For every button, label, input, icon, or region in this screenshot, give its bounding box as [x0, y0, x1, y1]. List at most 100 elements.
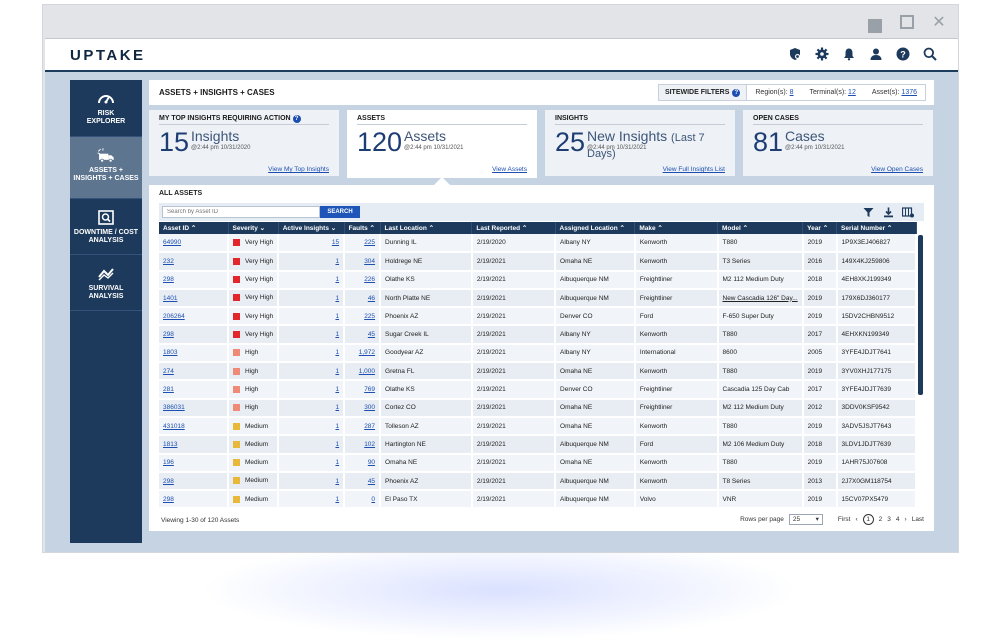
asset-id-link[interactable]: 386031: [159, 398, 230, 418]
table-row[interactable]: 232 Very High 1 304 Holdrege NE 2/19/2021 Omah…: [159, 252, 918, 272]
last-page-link[interactable]: Last: [912, 516, 924, 523]
asset-id-link[interactable]: 274: [159, 362, 230, 382]
sidebar-item-assets-insights-cases[interactable]: ASSETS + INSIGHTS + CASES: [70, 137, 142, 198]
asset-id-link[interactable]: 1813: [159, 435, 230, 455]
table-row[interactable]: 298 Very High 1 226 Olathe KS 2/19/2021 Albuqu…: [159, 270, 918, 290]
active-insights-link[interactable]: 1: [278, 343, 346, 364]
column-header[interactable]: Last Reported ⌃: [471, 222, 556, 234]
minimize-button[interactable]: [868, 15, 882, 33]
column-header[interactable]: Model ⌃: [717, 222, 804, 234]
column-header[interactable]: Faults ⌃: [344, 222, 381, 234]
search-icon[interactable]: [922, 46, 938, 62]
table-row[interactable]: 196 Medium 1 90 Omaha NE 2/19/2021 Omaha NE Ken…: [159, 453, 918, 473]
card-link[interactable]: View Open Cases: [871, 166, 923, 173]
faults-link[interactable]: 225: [344, 307, 382, 327]
asset-id-link[interactable]: 1803: [159, 343, 230, 364]
rows-per-page-select[interactable]: 25 ▾: [788, 514, 823, 525]
faults-link[interactable]: 45: [344, 471, 382, 492]
faults-link[interactable]: 287: [344, 416, 382, 437]
faults-link[interactable]: 1,972: [344, 343, 382, 364]
filter-icon[interactable]: [862, 206, 874, 218]
card-open-cases[interactable]: OPEN CASES 81 Cases @2:44 pm 10/31/2021 …: [743, 110, 933, 176]
active-insights-link[interactable]: 1: [278, 490, 346, 510]
active-insights-link[interactable]: 1: [278, 252, 346, 272]
prev-page-icon[interactable]: ‹: [855, 516, 857, 523]
table-row[interactable]: 298 Medium 1 45 Phoenix AZ 2/19/2021 Albuquerq…: [159, 471, 918, 492]
card-link[interactable]: View Assets: [492, 166, 527, 173]
asset-id-link[interactable]: 232: [159, 252, 230, 272]
sidebar-item-survival-analysis[interactable]: SURVIVAL ANALYSIS: [70, 255, 142, 310]
page-1-button[interactable]: 1: [862, 514, 874, 525]
faults-link[interactable]: 45: [344, 325, 382, 345]
asset-id-link[interactable]: 196: [159, 453, 230, 473]
sidebar-item-downtime-cost[interactable]: DOWNTIME / COST ANALYSIS: [70, 199, 142, 254]
table-row[interactable]: 206264 Very High 1 225 Phoenix AZ 2/19/2021 De…: [159, 307, 918, 327]
faults-link[interactable]: 769: [344, 380, 382, 400]
column-header[interactable]: Last Location ⌃: [380, 222, 473, 234]
page-3-button[interactable]: 3: [887, 516, 891, 523]
column-header[interactable]: Severity ⌄: [228, 222, 279, 234]
column-header[interactable]: Assigned Location ⌃: [555, 222, 636, 234]
active-insights-link[interactable]: 1: [278, 471, 346, 492]
terminal-value-link[interactable]: 12: [848, 89, 856, 96]
column-header[interactable]: Asset ID ⌃: [159, 222, 229, 234]
faults-link[interactable]: 1,000: [344, 362, 382, 382]
bell-icon[interactable]: [841, 46, 857, 62]
table-row[interactable]: 281 High 1 769 Olathe KS 2/19/2021 Denver CO Fr…: [159, 380, 918, 400]
column-header[interactable]: Make ⌃: [634, 222, 718, 234]
table-row[interactable]: 298 Very High 1 45 Sugar Creek IL 2/19/2021 Al…: [159, 325, 918, 345]
active-insights-link[interactable]: 1: [278, 416, 346, 437]
shield-settings-icon[interactable]: [787, 46, 803, 62]
brand-logo[interactable]: UPTAKE: [70, 47, 146, 64]
page-4-button[interactable]: 4: [896, 516, 900, 523]
asset-id-link[interactable]: 431018: [159, 416, 230, 437]
table-row[interactable]: 431018 Medium 1 287 Tolleson AZ 2/19/2021 Omah…: [159, 416, 918, 437]
column-header[interactable]: Year ⌃: [802, 222, 838, 234]
card-assets[interactable]: ASSETS 120 Assets @2:44 pm 10/31/2021 Vi…: [347, 110, 537, 178]
faults-link[interactable]: 225: [344, 234, 382, 254]
help-icon[interactable]: ?: [292, 115, 301, 123]
asset-id-link[interactable]: 298: [159, 471, 230, 492]
close-button[interactable]: ✕: [932, 14, 946, 31]
card-top-insights[interactable]: MY TOP INSIGHTS REQUIRING ACTION ? 15 In…: [149, 110, 339, 176]
download-icon[interactable]: [882, 206, 894, 218]
card-insights[interactable]: INSIGHTS 25 New Insights (Last 7 Days) @…: [545, 110, 735, 176]
columns-icon[interactable]: [902, 206, 914, 218]
active-insights-link[interactable]: 1: [278, 453, 346, 473]
faults-link[interactable]: 90: [344, 453, 382, 473]
active-insights-link[interactable]: 15: [278, 234, 346, 254]
asset-id-link[interactable]: 298: [159, 325, 230, 345]
card-link[interactable]: View Full Insights List: [663, 166, 725, 173]
asset-id-link[interactable]: 298: [159, 490, 230, 510]
column-header[interactable]: Active Insights ⌄: [278, 222, 345, 234]
active-insights-link[interactable]: 1: [278, 362, 346, 382]
asset-id-link[interactable]: 298: [159, 270, 230, 290]
faults-link[interactable]: 0: [344, 490, 382, 510]
help-icon[interactable]: ?: [895, 46, 911, 62]
table-row[interactable]: 274 High 1 1,000 Gretna FL 2/19/2021 Omaha NE K…: [159, 362, 918, 382]
user-icon[interactable]: [868, 46, 884, 62]
faults-link[interactable]: 46: [344, 288, 382, 309]
asset-id-link[interactable]: 206264: [159, 307, 230, 327]
asset-id-link[interactable]: 1401: [159, 288, 230, 309]
gear-icon[interactable]: [814, 46, 830, 62]
maximize-button[interactable]: [900, 15, 914, 29]
table-row[interactable]: 1803 High 1 1,972 Goodyear AZ 2/19/2021 Albany…: [159, 343, 918, 364]
card-link[interactable]: View My Top Insights: [268, 166, 329, 173]
table-row[interactable]: 64990 Very High 15 225 Dunning IL 2/19/2020 Al…: [159, 234, 918, 254]
next-page-icon[interactable]: ›: [905, 516, 907, 523]
active-insights-link[interactable]: 1: [278, 398, 346, 418]
table-row[interactable]: 386031 High 1 300 Cortez CO 2/19/2021 Omaha NE…: [159, 398, 918, 418]
faults-link[interactable]: 304: [344, 252, 382, 272]
search-button[interactable]: SEARCH: [320, 206, 360, 218]
active-insights-link[interactable]: 1: [278, 435, 346, 455]
asset-id-link[interactable]: 281: [159, 380, 230, 400]
table-row[interactable]: 1401 Very High 1 46 North Platte NE 2/19/2021…: [159, 288, 918, 309]
active-insights-link[interactable]: 1: [278, 288, 346, 309]
asset-id-link[interactable]: 64990: [159, 234, 230, 254]
active-insights-link[interactable]: 1: [278, 307, 346, 327]
sidebar-item-risk-explorer[interactable]: RISK EXPLORER: [70, 80, 142, 136]
page-2-button[interactable]: 2: [879, 516, 883, 523]
asset-search-input[interactable]: [162, 206, 320, 218]
table-row[interactable]: 1813 Medium 1 102 Hartington NE 2/19/2021 Albu…: [159, 435, 918, 455]
